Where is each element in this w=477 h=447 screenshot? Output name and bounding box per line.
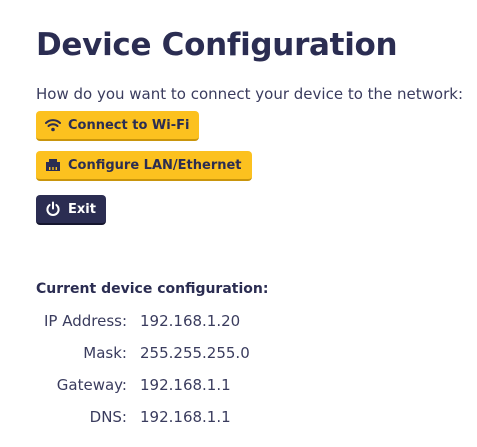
config-row-gateway: Gateway: 192.168.1.1	[36, 369, 477, 401]
dns-label: DNS:	[89, 408, 127, 426]
gateway-value: 192.168.1.1	[140, 376, 231, 394]
gateway-label: Gateway:	[56, 376, 127, 394]
config-row-ip: IP Address: 192.168.1.20	[36, 305, 477, 337]
device-config-page: Device Configuration How do you want to …	[0, 0, 477, 447]
configure-lan-label: Configure LAN/Ethernet	[68, 157, 242, 173]
connect-wifi-button[interactable]: Connect to Wi-Fi	[36, 111, 200, 141]
ethernet-port-icon	[44, 156, 62, 174]
mask-label: Mask:	[83, 344, 127, 362]
config-table: IP Address: 192.168.1.20 Mask: 255.255.2…	[36, 305, 477, 433]
wifi-icon	[44, 116, 62, 134]
exit-label: Exit	[68, 201, 96, 217]
current-config-title: Current device configuration:	[36, 281, 269, 297]
power-icon	[44, 200, 62, 218]
config-row-dns: DNS: 192.168.1.1	[36, 401, 477, 433]
ip-address-label: IP Address:	[43, 312, 127, 330]
config-row-mask: Mask: 255.255.255.0	[36, 337, 477, 369]
mask-value: 255.255.255.0	[140, 344, 250, 362]
connection-prompt: How do you want to connect your device t…	[36, 85, 464, 103]
connect-wifi-label: Connect to Wi-Fi	[68, 117, 190, 133]
dns-value: 192.168.1.1	[140, 408, 231, 426]
page-title: Device Configuration	[36, 27, 398, 63]
ip-address-value: 192.168.1.20	[140, 312, 241, 330]
exit-button[interactable]: Exit	[36, 195, 106, 225]
configure-lan-button[interactable]: Configure LAN/Ethernet	[36, 151, 252, 181]
